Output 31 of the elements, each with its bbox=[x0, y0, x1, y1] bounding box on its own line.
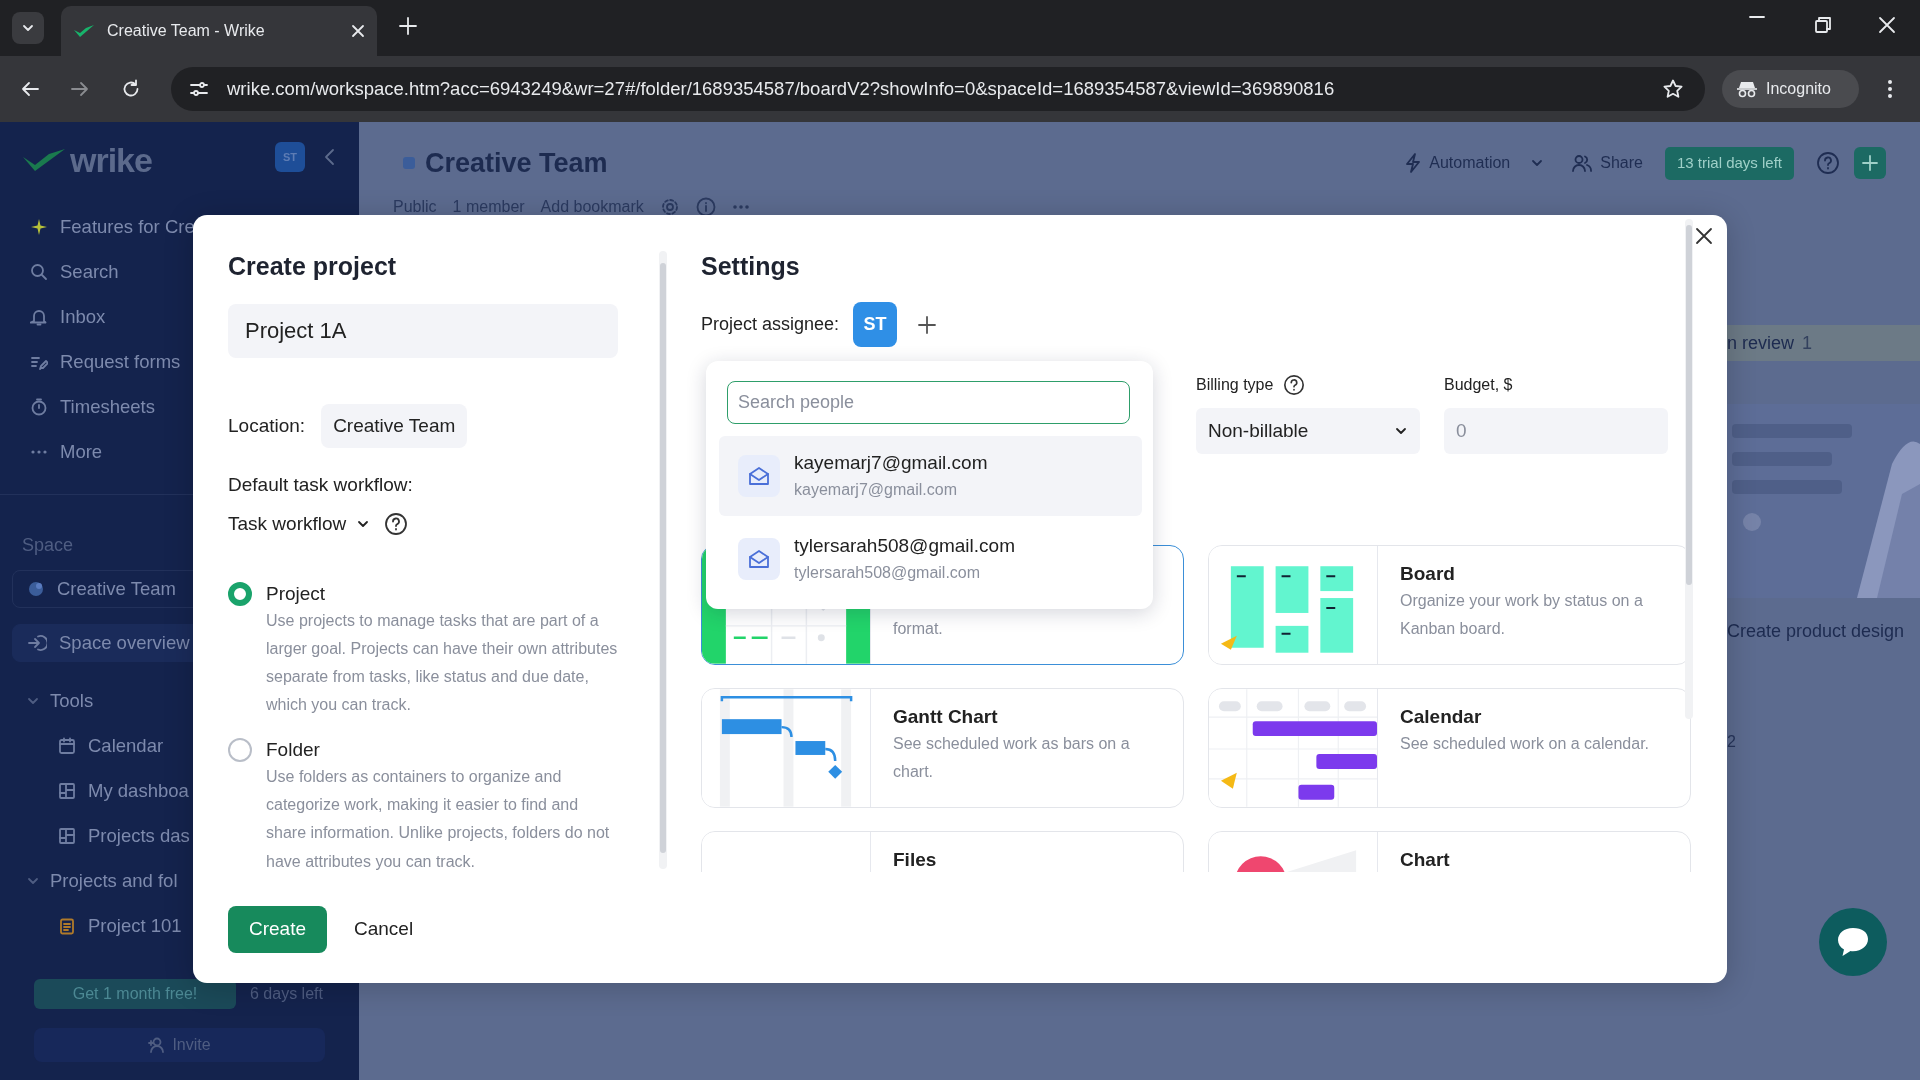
logo-text: wrike bbox=[70, 139, 152, 181]
field-label: Location: bbox=[228, 413, 306, 438]
space-title: Creative Team bbox=[425, 147, 608, 180]
card-title: Chart bbox=[1400, 848, 1450, 872]
option-label: Folder bbox=[266, 737, 321, 762]
field-label: Budget, $ bbox=[1444, 375, 1513, 395]
dialog-title: Create project bbox=[228, 251, 398, 281]
card-title: Create product design bbox=[1727, 620, 1906, 643]
trial-note: 6 days left bbox=[250, 984, 323, 1004]
card-description: See scheduled work as bars on a chart. bbox=[893, 734, 1131, 782]
person-email: tylersarah508@gmail.com bbox=[794, 563, 982, 583]
column-count: 1 bbox=[1802, 331, 1813, 355]
option-description: Use folders as containers to organize and categorize work, making it easier to find and share information. Unlike projects, folders do not have attributes you can track. bbox=[266, 766, 611, 872]
person-name: tylersarah508@gmail.com bbox=[794, 534, 1015, 558]
column-title: n review bbox=[1727, 331, 1795, 355]
url-text: wrike.com/workspace.htm?acc=6943249&wr=27#/folder/1689354587/boardV2?showInfo=0&spaceId=1689354587&viewId=369890816 bbox=[227, 77, 1335, 102]
person-name: kayemarj7@gmail.com bbox=[794, 451, 988, 475]
option-label: Project bbox=[266, 581, 327, 606]
card-title: Board bbox=[1400, 562, 1456, 586]
field-label: Project assignee: bbox=[701, 313, 840, 336]
card-description: See scheduled work on a calendar. bbox=[1400, 734, 1650, 754]
card-title: Calendar bbox=[1400, 705, 1483, 729]
card-title: Gantt Chart bbox=[893, 705, 999, 729]
section-label: Space bbox=[22, 534, 75, 556]
card-description: Organize your work by status on a Kanban board. bbox=[1400, 591, 1644, 639]
person-email: kayemarj7@gmail.com bbox=[794, 480, 958, 500]
field-label: Billing type bbox=[1196, 375, 1274, 395]
field-label: Default task workflow: bbox=[228, 473, 414, 497]
card-title: Files bbox=[893, 848, 937, 872]
section-title: Settings bbox=[701, 251, 801, 281]
tab-title: Creative Team - Wrike bbox=[107, 21, 266, 41]
